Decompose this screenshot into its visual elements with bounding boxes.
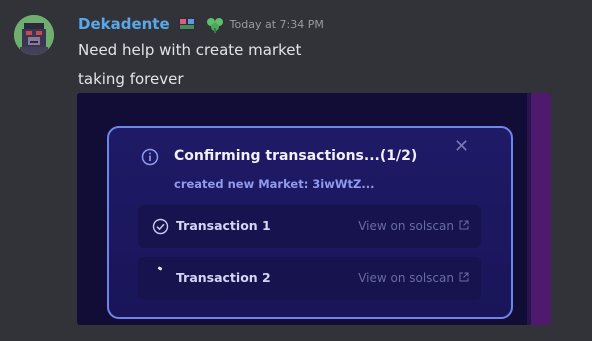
pixel-ape-avatar-icon (14, 15, 54, 55)
message-timestamp: Today at 7:34 PM (229, 17, 324, 31)
link-text[interactable]: View on solscan (358, 271, 454, 285)
transaction-label: Transaction 2 (176, 270, 271, 285)
message-text-line: taking forever (78, 70, 184, 88)
message-text-line: Need help with create market (78, 41, 302, 59)
external-link-icon[interactable] (459, 271, 469, 285)
loading-spinner-icon (157, 266, 163, 271)
username[interactable]: Dekadente (78, 15, 170, 33)
external-link-icon[interactable] (459, 219, 469, 233)
transaction-row: Transaction 1 View on solscan (138, 205, 481, 248)
link-text[interactable]: View on solscan (358, 219, 454, 233)
view-on-solscan-link[interactable]: View on solscan (358, 219, 469, 233)
pixel-badge-icon[interactable] (176, 15, 198, 33)
check-circle-icon (152, 218, 169, 239)
modal-subtitle: created new Market: 3iwWtZ... (174, 177, 375, 191)
user-avatar[interactable] (14, 15, 54, 55)
info-icon (141, 148, 159, 170)
attachment-edge (531, 93, 551, 325)
close-icon[interactable]: ✕ (454, 138, 469, 156)
transaction-label: Transaction 1 (176, 218, 271, 233)
leaf-badge-icon[interactable] (204, 15, 226, 33)
transaction-row: Transaction 2 View on solscan (138, 257, 481, 300)
message-header: Dekadente Today at 7:34 PM (78, 13, 324, 35)
view-on-solscan-link[interactable]: View on solscan (358, 271, 469, 285)
modal-title: Confirming transactions...(1/2) (174, 148, 418, 164)
